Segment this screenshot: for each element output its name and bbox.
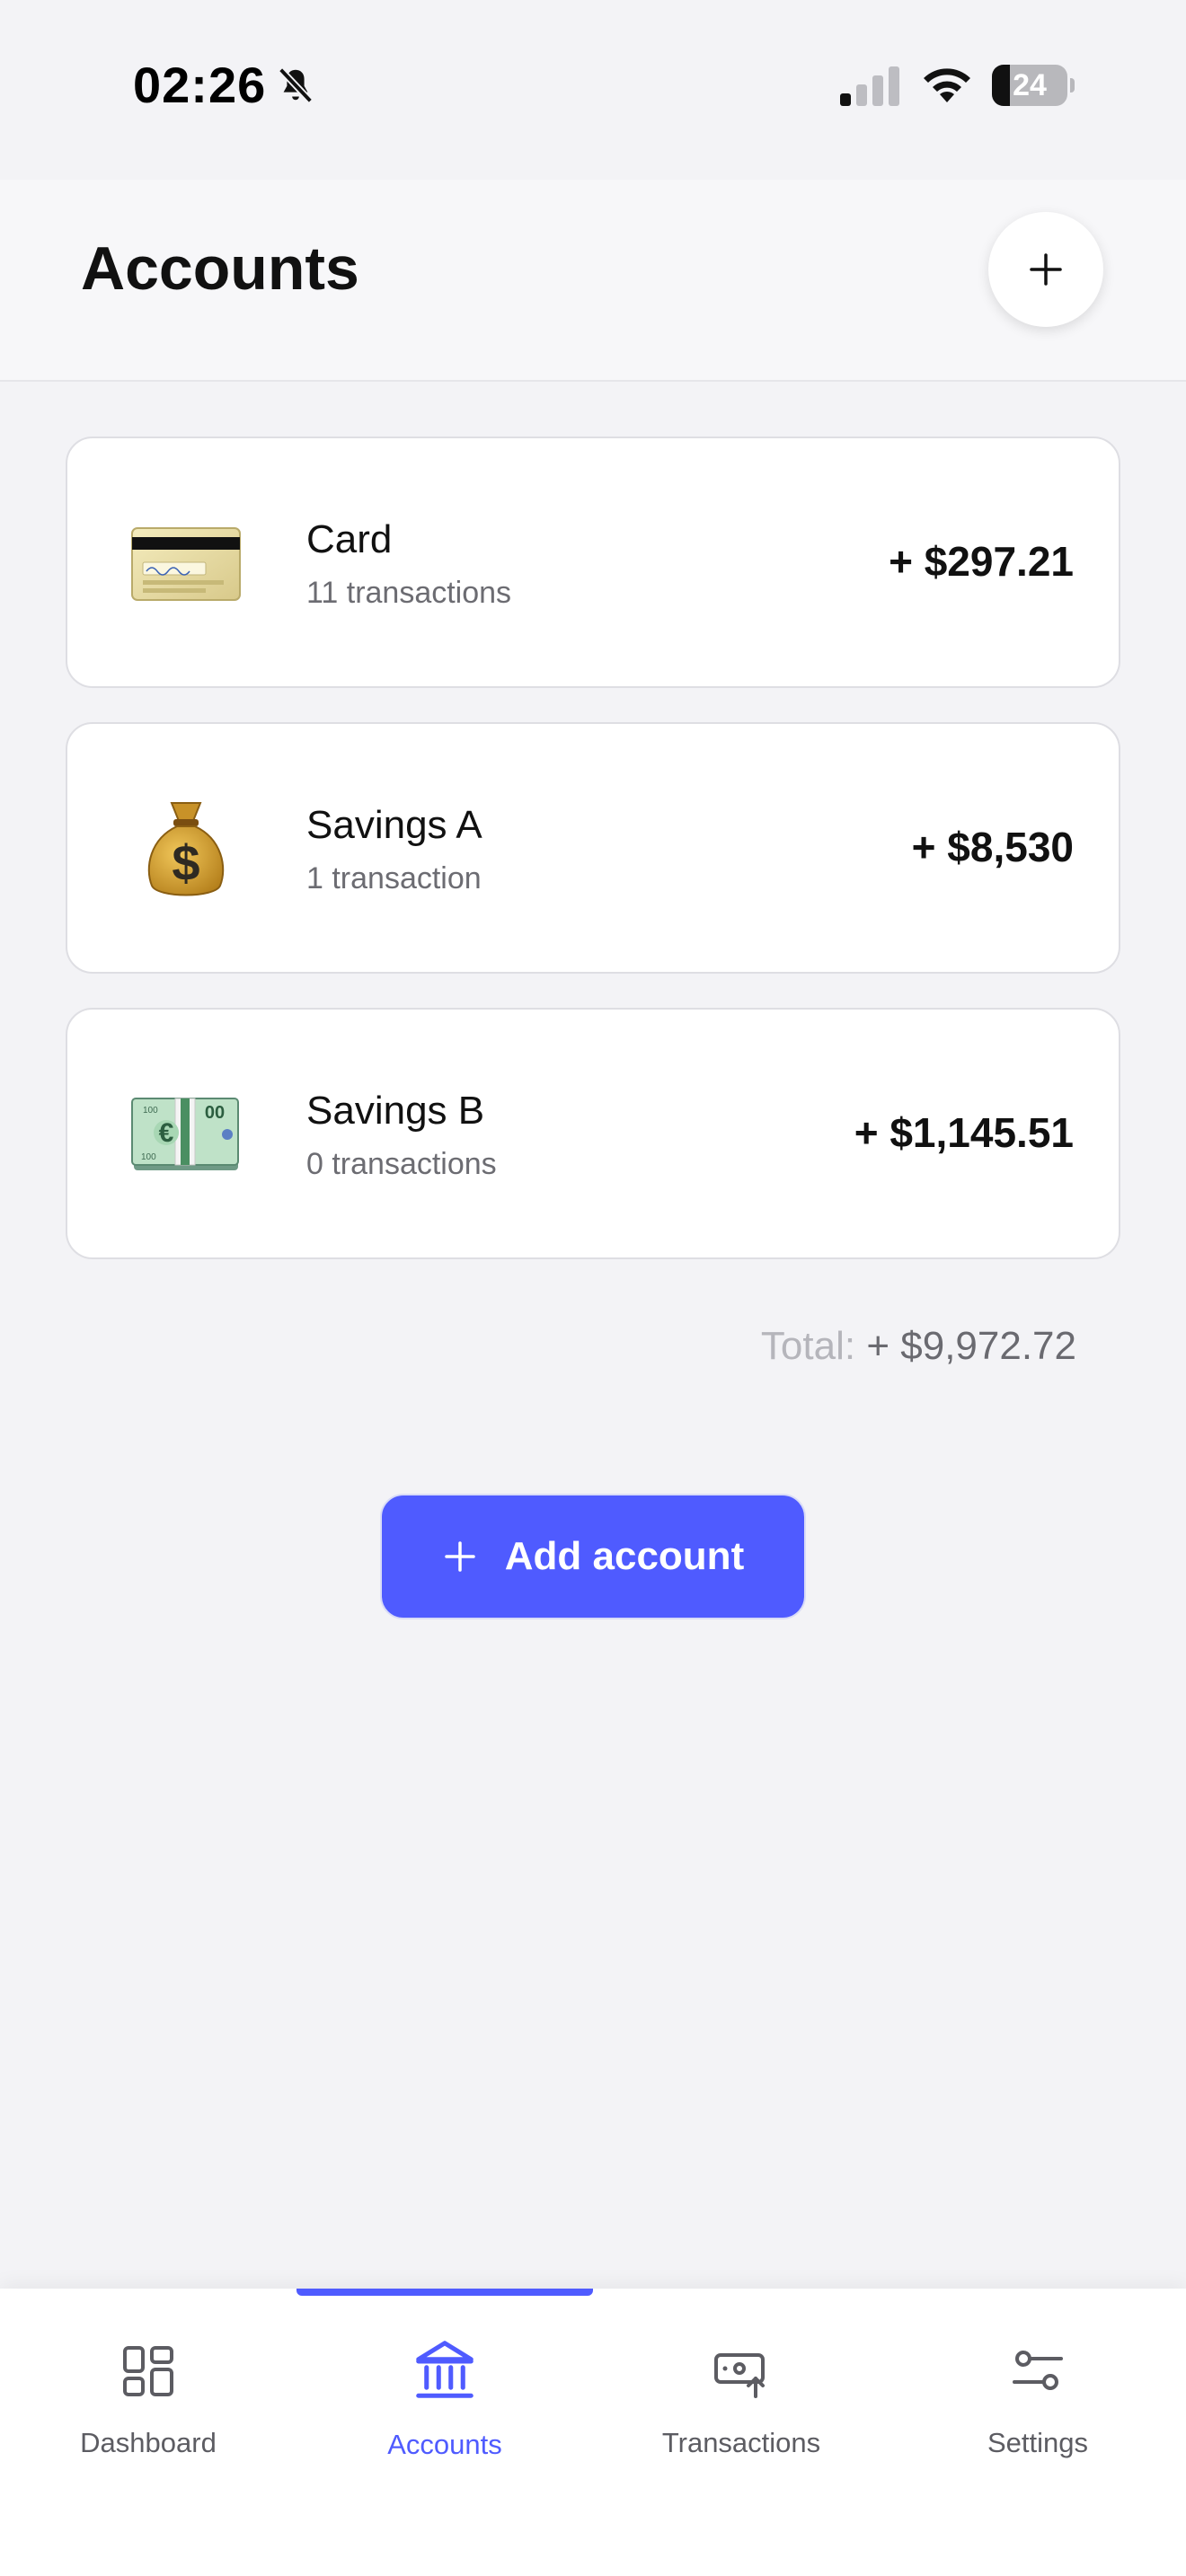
plus-icon	[445, 1541, 475, 1572]
tab-settings[interactable]: Settings	[890, 2342, 1186, 2495]
battery-icon: 24	[992, 65, 1075, 106]
euro-banknote-icon: € 00 100 100	[130, 1081, 242, 1189]
account-transaction-count: 11 transactions	[306, 576, 512, 610]
wifi-icon	[924, 68, 970, 102]
svg-text:00: 00	[205, 1103, 225, 1123]
account-transaction-count: 0 transactions	[306, 1147, 497, 1181]
account-balance: + $8,530	[911, 824, 1074, 870]
tab-label: Dashboard	[80, 2427, 217, 2458]
bell-slash-icon	[278, 67, 314, 103]
total-label: Total:	[760, 1324, 856, 1368]
account-name: Savings A	[306, 803, 482, 847]
sliders-icon	[1013, 2351, 1063, 2390]
tab-transactions[interactable]: Transactions	[593, 2342, 890, 2495]
money-bag-icon: $	[130, 796, 242, 904]
account-balance: + $1,145.51	[854, 1109, 1074, 1156]
status-bar: 02:26 24	[0, 0, 1186, 180]
tab-bar: Dashboard Accounts Transactions Settings	[0, 2289, 1186, 2576]
bank-icon	[416, 2341, 474, 2398]
add-account-label: Add account	[504, 1534, 745, 1578]
plus-icon	[1030, 253, 1062, 286]
account-name: Card	[306, 517, 393, 561]
battery-level: 24	[1013, 68, 1047, 102]
account-card-savings-a[interactable]: $ Savings A 1 transaction + $8,530	[66, 722, 1120, 974]
tab-label: Transactions	[661, 2427, 821, 2458]
account-name: Savings B	[306, 1089, 485, 1133]
tab-label: Settings	[987, 2427, 1088, 2458]
dashboard-grid-icon	[123, 2346, 173, 2396]
total-balance: Total: + $9,972.72	[761, 1324, 1076, 1369]
add-account-header-button[interactable]	[988, 212, 1103, 327]
svg-text:100: 100	[143, 1106, 158, 1116]
account-card-card[interactable]: Card 11 transactions + $297.21	[66, 437, 1120, 688]
account-balance: + $297.21	[889, 538, 1074, 585]
accounts-screen: 02:26 24 Accounts Card 11 transactions +…	[0, 0, 1186, 2576]
account-list: Card 11 transactions + $297.21 $ Savings…	[66, 437, 1120, 1293]
tab-label: Accounts	[387, 2429, 502, 2460]
header: Accounts	[0, 180, 1186, 382]
add-account-button[interactable]: Add account	[380, 1494, 806, 1619]
money-transfer-icon	[714, 2353, 765, 2398]
page-title: Accounts	[81, 234, 359, 303]
cellular-signal-icon	[840, 66, 899, 106]
svg-text:100: 100	[141, 1152, 156, 1162]
svg-text:$: $	[172, 834, 199, 891]
status-time: 02:26	[133, 57, 267, 113]
tab-accounts[interactable]: Accounts	[296, 2341, 593, 2495]
svg-text:€: €	[159, 1118, 174, 1148]
credit-card-icon	[130, 510, 242, 618]
account-transaction-count: 1 transaction	[306, 861, 482, 895]
total-value: + $9,972.72	[866, 1324, 1076, 1368]
tab-dashboard[interactable]: Dashboard	[0, 2342, 296, 2495]
account-card-savings-b[interactable]: € 00 100 100 Savings B 0 transactions + …	[66, 1008, 1120, 1259]
active-tab-indicator	[296, 2289, 593, 2296]
